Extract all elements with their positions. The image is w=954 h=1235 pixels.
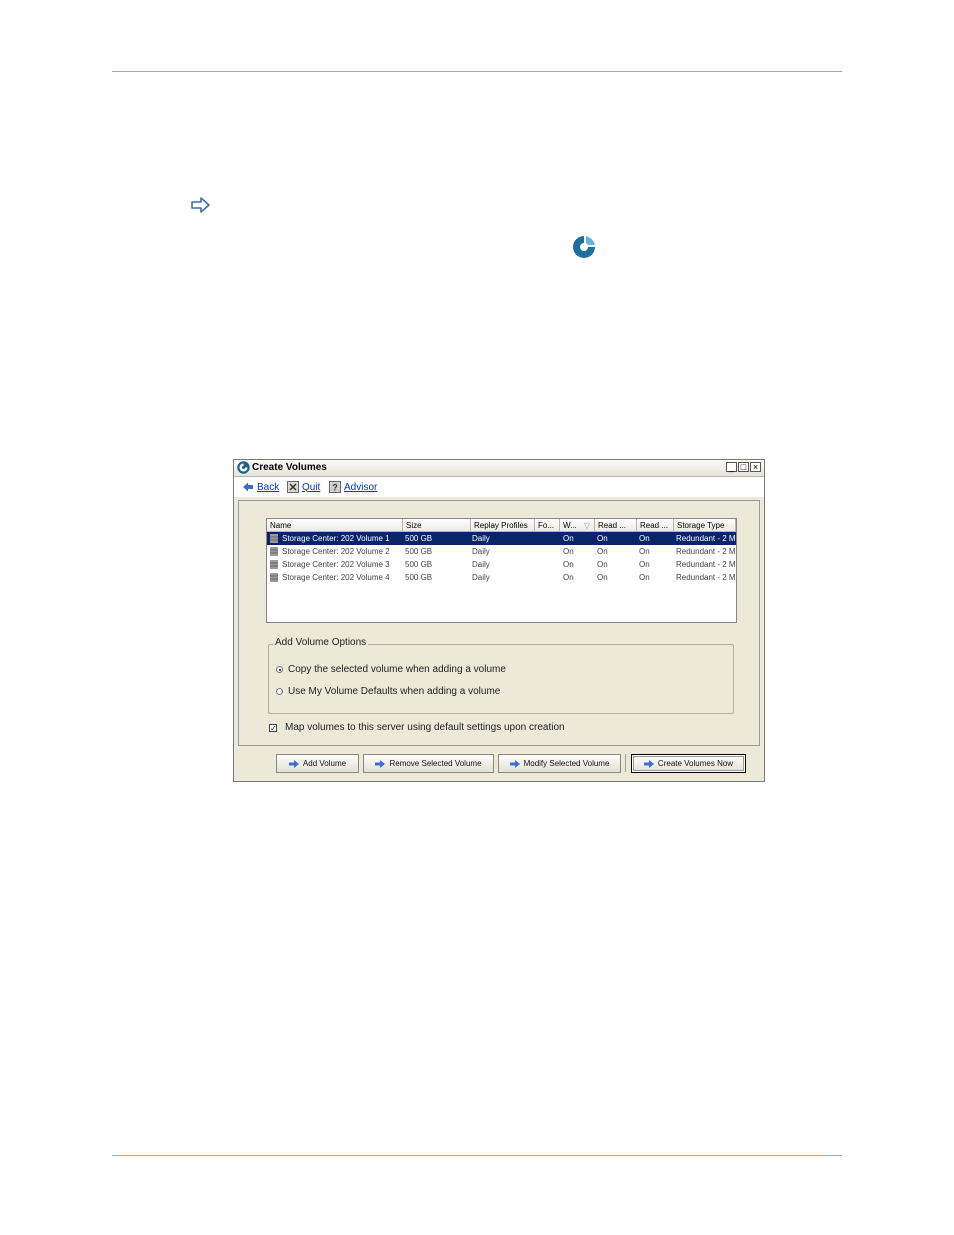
create-volumes-now-button[interactable]: Create Volumes Now (631, 754, 746, 773)
volume-icon (270, 547, 278, 556)
footer-rule (112, 1155, 842, 1156)
sort-icon: ▽ (583, 521, 590, 530)
column-header-read2[interactable]: Read ... (637, 519, 674, 532)
cell-read2: On (639, 547, 650, 556)
quit-label: Quit (302, 481, 321, 493)
cell-w: On (563, 560, 574, 569)
cell-storage: Redundant - 2 M (676, 547, 736, 556)
cell-read1: On (597, 573, 608, 582)
svg-text:?: ? (332, 483, 338, 493)
table-row[interactable]: Storage Center: 202 Volume 2 500 GB Dail… (267, 545, 736, 558)
remove-selected-volume-button[interactable]: Remove Selected Volume (363, 754, 494, 773)
table-row[interactable]: Storage Center: 202 Volume 4 500 GB Dail… (267, 571, 736, 584)
cell-fo (536, 532, 558, 545)
radio-use-defaults[interactable] (276, 688, 283, 695)
quit-icon (287, 481, 299, 493)
advisor-label: Advisor (344, 481, 378, 493)
group-title: Add Volume Options (273, 637, 369, 648)
modify-selected-volume-label: Modify Selected Volume (523, 759, 610, 768)
cell-replay: Daily (472, 534, 490, 543)
cell-replay: Daily (472, 560, 490, 569)
blue-arrow-icon (509, 759, 520, 768)
maximize-button[interactable]: □ (738, 462, 749, 472)
quit-link[interactable]: Quit (287, 480, 320, 494)
cell-fo (536, 558, 558, 571)
copy-selected-label: Copy the selected volume when adding a v… (288, 664, 506, 675)
blue-arrow-icon (288, 759, 299, 768)
volume-icon (270, 573, 278, 582)
window-title: Create Volumes (252, 462, 327, 473)
volumes-table[interactable]: Name Size Replay Profiles Fo... W... ▽ Re… (266, 518, 737, 623)
cell-replay: Daily (472, 573, 490, 582)
close-button[interactable]: × (750, 462, 761, 472)
blue-arrow-icon (643, 759, 654, 768)
cell-name: Storage Center: 202 Volume 4 (282, 573, 390, 582)
arrow-right-icon (191, 197, 210, 213)
column-header-replay[interactable]: Replay Profiles (471, 519, 535, 532)
column-header-storage[interactable]: Storage Type (674, 519, 736, 532)
blue-arrow-icon (375, 759, 386, 768)
cell-read1: On (597, 560, 608, 569)
table-row[interactable]: Storage Center: 202 Volume 1 500 GB Dail… (267, 532, 736, 545)
cell-read2: On (639, 560, 650, 569)
cell-size: 500 GB (405, 547, 433, 556)
add-volume-button[interactable]: Add Volume (276, 754, 359, 773)
add-volume-label: Add Volume (302, 759, 347, 768)
title-bar: Create Volumes _ □ × (234, 460, 764, 477)
cell-w: On (563, 573, 574, 582)
cell-size: 500 GB (405, 534, 433, 543)
cell-read1: On (597, 547, 608, 556)
header-rule (112, 71, 842, 72)
radio-copy-selected[interactable] (276, 666, 283, 673)
column-header-w-label: W... (563, 521, 577, 530)
advisor-icon: ? (329, 481, 341, 493)
minimize-button[interactable]: _ (726, 462, 737, 472)
cell-read1: On (597, 534, 608, 543)
advisor-link[interactable]: ? Advisor (329, 480, 377, 494)
cell-size: 500 GB (405, 560, 433, 569)
cell-w: On (563, 547, 574, 556)
map-volumes-option[interactable]: ✓ Map volumes to this server using defau… (269, 722, 565, 733)
back-link[interactable]: Back (242, 480, 279, 494)
cell-fo (536, 571, 558, 584)
column-header-fo[interactable]: Fo... (535, 519, 560, 532)
back-icon (243, 482, 253, 492)
column-header-read1[interactable]: Read ... (595, 519, 637, 532)
use-defaults-label: Use My Volume Defaults when adding a vol… (288, 686, 501, 697)
cell-storage: Redundant - 2 M (676, 560, 736, 569)
volume-icon (270, 534, 278, 543)
copy-selected-option[interactable]: Copy the selected volume when adding a v… (276, 664, 506, 675)
use-defaults-option[interactable]: Use My Volume Defaults when adding a vol… (276, 686, 500, 697)
column-header-w[interactable]: W... ▽ (560, 519, 595, 532)
volume-icon (270, 560, 278, 569)
map-volumes-checkbox[interactable]: ✓ (269, 723, 277, 732)
create-volumes-now-label: Create Volumes Now (657, 759, 734, 768)
app-logo-icon (237, 461, 250, 474)
content-panel: Name Size Replay Profiles Fo... W... ▽ Re… (238, 500, 760, 746)
nav-bar: Back Quit ? Advisor (234, 477, 764, 497)
add-volume-options-group: Add Volume Options Copy the selected vol… (268, 637, 734, 714)
cell-storage: Redundant - 2 M (676, 573, 736, 582)
cell-read2: On (639, 573, 650, 582)
modify-selected-volume-button[interactable]: Modify Selected Volume (498, 754, 621, 773)
cell-read2: On (639, 534, 650, 543)
compellent-logo-icon (573, 236, 595, 258)
button-separator (625, 754, 626, 772)
table-row[interactable]: Storage Center: 202 Volume 3 500 GB Dail… (267, 558, 736, 571)
cell-w: On (563, 534, 574, 543)
cell-storage: Redundant - 2 M (676, 534, 736, 543)
back-label: Back (257, 481, 280, 493)
map-volumes-label: Map volumes to this server using default… (285, 722, 565, 733)
cell-name: Storage Center: 202 Volume 3 (282, 560, 390, 569)
column-header-size[interactable]: Size (403, 519, 471, 532)
cell-fo (536, 545, 558, 558)
cell-replay: Daily (472, 547, 490, 556)
remove-selected-volume-label: Remove Selected Volume (389, 759, 482, 768)
cell-size: 500 GB (405, 573, 433, 582)
create-volumes-window: Create Volumes _ □ × Back Quit ? Advisor (233, 459, 765, 782)
cell-name: Storage Center: 202 Volume 2 (282, 547, 390, 556)
column-header-name[interactable]: Name (267, 519, 403, 532)
cell-name: Storage Center: 202 Volume 1 (282, 534, 390, 543)
